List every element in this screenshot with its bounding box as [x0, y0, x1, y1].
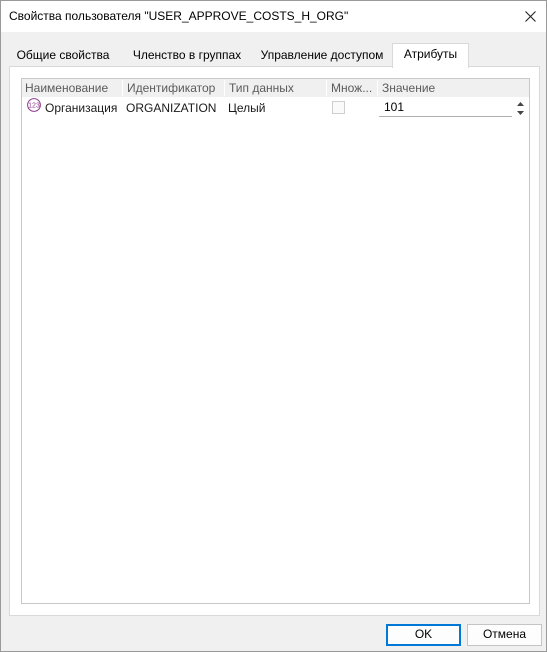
grid-header: Наименование Идентификатор Тип данных Мн… [22, 79, 529, 98]
column-separator[interactable] [122, 80, 123, 96]
column-separator[interactable] [377, 80, 378, 96]
value-input[interactable] [379, 98, 512, 117]
tab-strip: Общие свойства Членство в группах Управл… [9, 43, 539, 68]
tab-attributes[interactable]: Атрибуты [392, 43, 469, 68]
dialog-title: Свойства пользователя "USER_APPROVE_COST… [9, 9, 349, 23]
arrow-up-icon [516, 101, 524, 106]
spin-down-button[interactable] [515, 108, 525, 117]
arrow-down-icon [516, 110, 524, 115]
multiple-checkbox[interactable] [332, 101, 345, 114]
user-properties-dialog: Свойства пользователя "USER_APPROVE_COST… [0, 0, 547, 652]
title-bar: Свойства пользователя "USER_APPROVE_COST… [1, 1, 546, 32]
column-separator[interactable] [224, 80, 225, 96]
column-header-identifier[interactable]: Идентификатор [127, 81, 215, 95]
attributes-grid: Наименование Идентификатор Тип данных Мн… [21, 78, 530, 604]
ok-button[interactable]: OK [386, 624, 461, 646]
integer-type-icon: 123 [27, 98, 41, 112]
spin-up-button[interactable] [515, 99, 525, 108]
svg-text:123: 123 [28, 103, 40, 110]
table-row[interactable]: 123 Организация ORGANIZATION Целый [22, 98, 529, 120]
attribute-name: Организация [45, 101, 118, 115]
value-spinbox[interactable] [379, 98, 526, 118]
tab-group-membership[interactable]: Членство в группах [123, 45, 251, 66]
attribute-identifier: ORGANIZATION [126, 101, 217, 115]
close-icon [524, 11, 536, 22]
attribute-data-type: Целый [228, 101, 266, 115]
column-separator[interactable] [326, 80, 327, 96]
column-header-value[interactable]: Значение [382, 81, 435, 95]
tab-access-control[interactable]: Управление доступом [257, 45, 387, 66]
close-button[interactable] [514, 1, 546, 32]
column-header-name[interactable]: Наименование [25, 81, 108, 95]
column-header-multiple[interactable]: Множ... [331, 81, 372, 95]
cancel-button[interactable]: Отмена [467, 624, 542, 646]
attributes-panel: Наименование Идентификатор Тип данных Мн… [9, 66, 540, 616]
tab-general[interactable]: Общие свойства [13, 45, 113, 66]
column-header-data-type[interactable]: Тип данных [229, 81, 294, 95]
